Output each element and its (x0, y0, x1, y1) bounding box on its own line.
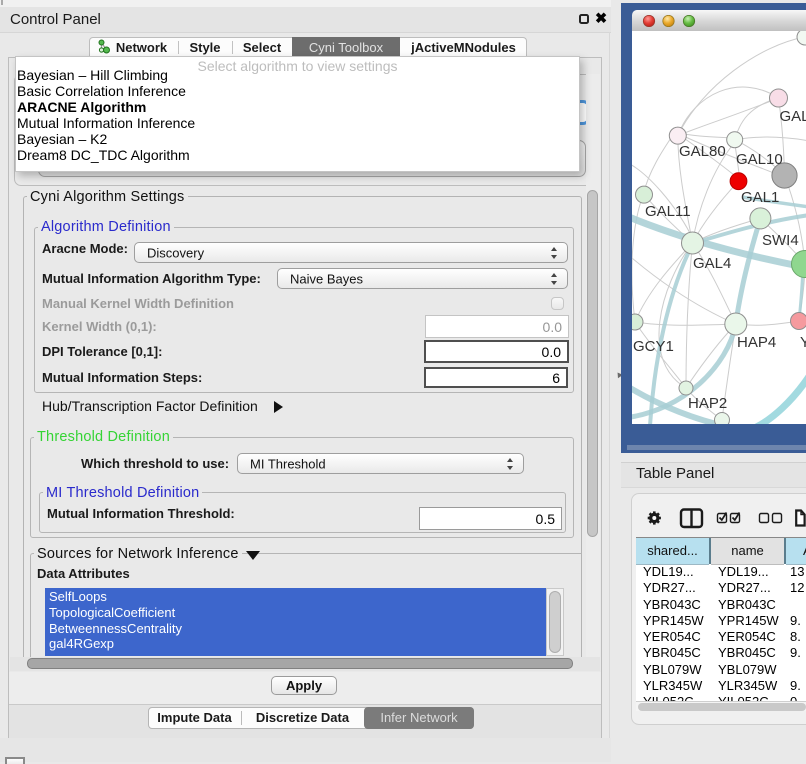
svg-text:HAP2: HAP2 (688, 395, 727, 412)
svg-text:GCY1: GCY1 (633, 338, 674, 355)
svg-text:YE: YE (800, 334, 806, 351)
svg-text:HAP4: HAP4 (737, 334, 776, 351)
svg-text:GAL11: GAL11 (645, 203, 691, 220)
svg-text:SWI4: SWI4 (762, 232, 799, 249)
svg-text:GAL80: GAL80 (679, 143, 726, 160)
svg-text:GAL10: GAL10 (736, 151, 783, 168)
svg-text:GAL4: GAL4 (693, 255, 731, 272)
svg-text:GAL7: GAL7 (780, 108, 806, 125)
svg-text:GAL1: GAL1 (741, 189, 779, 206)
